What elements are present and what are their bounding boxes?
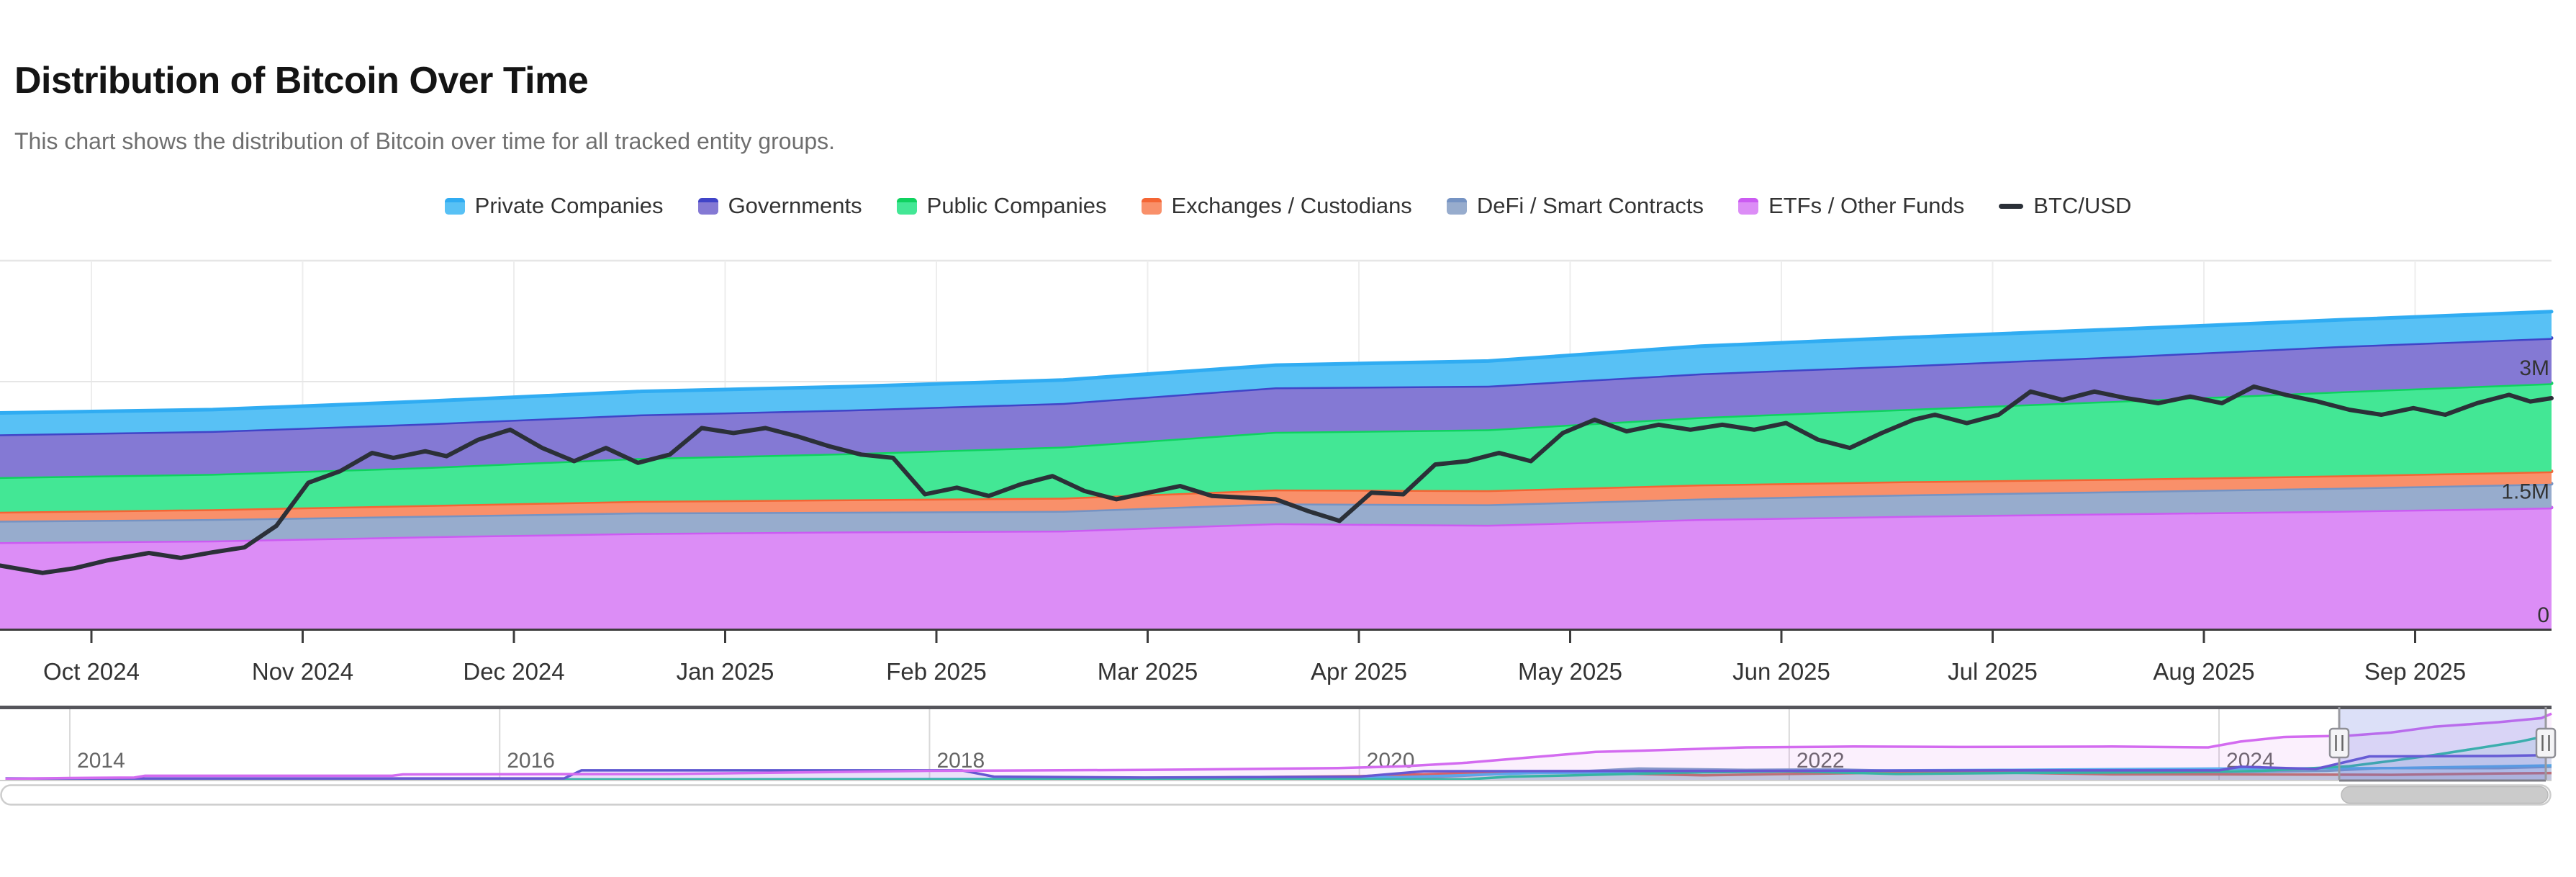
legend-item-label: BTC/USD [2033, 193, 2131, 219]
x-axis-label: Sep 2025 [2364, 658, 2466, 685]
btc-usd-swatch-icon [1999, 204, 2023, 209]
bitcoin-distribution-page: { "header": { "title": "Distribution of … [0, 0, 2576, 877]
legend-item-etfs-other-funds[interactable]: ETFs / Other Funds [1738, 193, 1964, 219]
navigator-year-label: 2016 [507, 749, 555, 773]
legend-item-public-companies[interactable]: Public Companies [897, 193, 1107, 219]
legend-item-label: Governments [728, 193, 862, 219]
defi-smart-contracts-swatch-icon [1447, 198, 1467, 215]
navigator-year-label: 2014 [77, 749, 125, 773]
exchanges-custodians-swatch-icon [1142, 198, 1162, 215]
legend-item-btc-usd[interactable]: BTC/USD [1999, 193, 2131, 219]
legend-item-label: DeFi / Smart Contracts [1477, 193, 1704, 219]
y-axis-label: 3M [2519, 356, 2549, 380]
legend-item-private-companies[interactable]: Private Companies [445, 193, 664, 219]
legend-item-label: Exchanges / Custodians [1172, 193, 1412, 219]
governments-swatch-icon [698, 198, 718, 215]
chart-legend: Private Companies Governments Public Compa… [0, 193, 2576, 219]
navigator[interactable]: 201420162018202020222024 [0, 706, 2555, 781]
x-axis-label: Nov 2024 [252, 658, 353, 685]
navigator-year-label: 2018 [936, 749, 985, 773]
private-companies-swatch-icon [445, 198, 465, 215]
x-axis-label: Oct 2024 [43, 658, 140, 685]
navigator-selected-range[interactable] [2339, 709, 2546, 780]
etfs-other-funds-swatch-icon [1738, 198, 1758, 215]
x-axis: Oct 2024 Nov 2024 Dec 2024 Jan 2025 Feb 2025… [0, 629, 2552, 685]
y-axis-label: 0 [2537, 603, 2549, 627]
legend-item-label: Public Companies [927, 193, 1107, 219]
x-axis-label: Jun 2025 [1732, 658, 1830, 685]
navigator-top-border [0, 706, 2552, 709]
legend-item-label: Private Companies [475, 193, 664, 219]
x-axis-label: Feb 2025 [886, 658, 986, 685]
handle-grip-icon [2330, 729, 2349, 757]
distribution-chart[interactable]: 0 1.5M 3M Oct 2024 Nov 2024 Dec 2024 Jan 2025 F… [0, 245, 2576, 877]
public-companies-swatch-icon [897, 198, 917, 215]
y-axis-label: 1.5M [2501, 480, 2549, 504]
scrollbar-thumb[interactable] [2341, 787, 2548, 804]
x-axis-label: Jul 2025 [1948, 658, 2038, 685]
page-title: Distribution of Bitcoin Over Time [14, 59, 588, 102]
x-axis-label: Jan 2025 [677, 658, 774, 685]
main-plot-area[interactable] [0, 312, 2552, 629]
x-axis-label: May 2025 [1518, 658, 1622, 685]
page-subtitle: This chart shows the distribution of Bit… [14, 128, 835, 155]
x-axis-label: Aug 2025 [2153, 658, 2254, 685]
legend-item-exchanges-custodians[interactable]: Exchanges / Custodians [1142, 193, 1412, 219]
legend-item-label: ETFs / Other Funds [1768, 193, 1964, 219]
x-axis-label: Apr 2025 [1311, 658, 1407, 685]
legend-item-governments[interactable]: Governments [698, 193, 862, 219]
scrollbar-track[interactable] [1, 786, 2551, 805]
scrollbar[interactable] [1, 786, 2551, 805]
handle-grip-icon [2536, 729, 2555, 757]
x-axis-label: Mar 2025 [1098, 658, 1198, 685]
x-axis-label: Dec 2024 [463, 658, 564, 685]
legend-item-defi-smart-contracts[interactable]: DeFi / Smart Contracts [1447, 193, 1704, 219]
